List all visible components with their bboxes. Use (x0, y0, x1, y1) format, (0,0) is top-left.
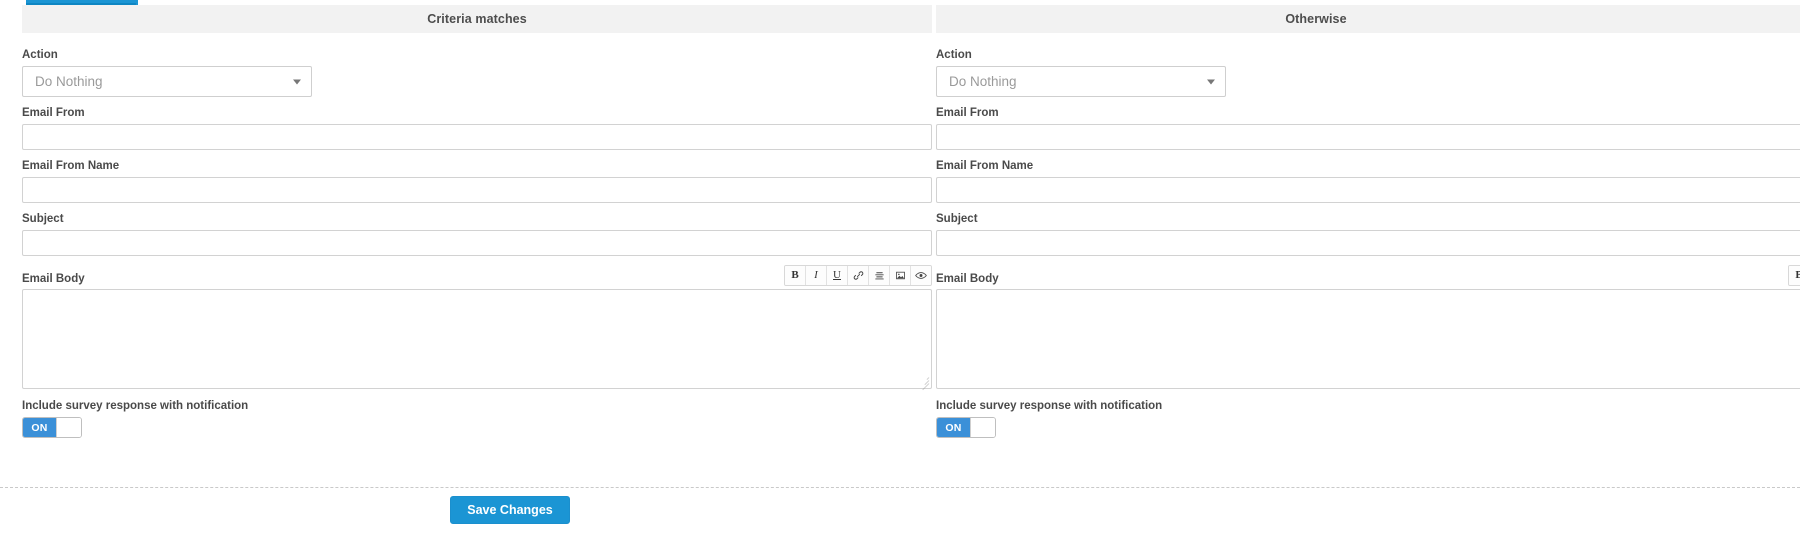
subject-label: Subject (22, 213, 64, 225)
action-label: Action (936, 49, 972, 61)
email-from-input[interactable] (936, 124, 1800, 150)
panel-headers: Criteria matches Otherwise (0, 5, 1800, 33)
email-from-label: Email From (936, 107, 999, 119)
email-body-textarea[interactable] (936, 289, 1800, 389)
insert-image-icon[interactable] (890, 266, 911, 285)
email-from-name-label: Email From Name (936, 160, 1034, 172)
italic-icon[interactable]: I (806, 266, 827, 285)
panel-criteria-matches: Action Do Nothing Email From Email From … (22, 48, 932, 438)
subject-label: Subject (936, 213, 978, 225)
email-from-name-input[interactable] (22, 177, 932, 203)
field-subject: Subject (22, 212, 932, 256)
email-body-label: Email Body (936, 273, 999, 285)
toggle-state-label: ON (937, 418, 970, 437)
email-body-header: Email Body B I U (936, 265, 1800, 286)
include-response-toggle[interactable]: ON (22, 417, 82, 438)
align-center-icon[interactable] (869, 266, 890, 285)
email-body-textarea[interactable] (22, 289, 932, 391)
preview-eye-icon[interactable] (911, 266, 931, 285)
action-select-value: Do Nothing (949, 74, 1017, 89)
subject-input[interactable] (936, 230, 1800, 256)
underline-icon[interactable]: U (827, 266, 848, 285)
field-email-from: Email From (936, 106, 1800, 150)
include-response-toggle[interactable]: ON (936, 417, 996, 438)
field-action: Action Do Nothing (936, 48, 1800, 97)
action-label: Action (22, 49, 58, 61)
action-select[interactable]: Do Nothing (22, 66, 312, 97)
save-changes-button[interactable]: Save Changes (450, 496, 570, 524)
field-subject: Subject (936, 212, 1800, 256)
subject-input[interactable] (22, 230, 932, 256)
toggle-knob (970, 418, 995, 437)
panel-otherwise: Action Do Nothing Email From Email From … (936, 48, 1800, 438)
bold-icon[interactable]: B (785, 266, 806, 285)
email-from-label: Email From (22, 107, 85, 119)
footer-divider (0, 487, 1800, 488)
field-email-from-name: Email From Name (936, 159, 1800, 203)
toggle-knob (56, 418, 81, 437)
settings-form-page: Criteria matches Otherwise Action Do Not… (0, 0, 1800, 535)
panel-header-criteria-matches: Criteria matches (22, 5, 932, 33)
panel-header-label: Criteria matches (427, 12, 527, 26)
chevron-down-icon (1207, 79, 1215, 84)
include-response-label: Include survey response with notificatio… (936, 400, 1163, 412)
bold-icon[interactable]: B (1789, 266, 1800, 285)
rich-text-toolbar: B I U (784, 265, 932, 286)
footer-actions: Save Changes (0, 496, 1020, 524)
textarea-resize-handle[interactable] (919, 376, 930, 391)
toggle-state-label: ON (23, 418, 56, 437)
chevron-down-icon (293, 79, 301, 84)
panel-header-otherwise: Otherwise (936, 5, 1800, 33)
action-select[interactable]: Do Nothing (936, 66, 1226, 97)
field-email-from: Email From (22, 106, 932, 150)
email-from-input[interactable] (22, 124, 932, 150)
include-response-label: Include survey response with notificatio… (22, 400, 249, 412)
rich-text-toolbar: B I U (1788, 265, 1800, 286)
field-email-from-name: Email From Name (22, 159, 932, 203)
action-select-value: Do Nothing (35, 74, 103, 89)
email-body-label: Email Body (22, 273, 85, 285)
field-email-body: Email Body B I U (936, 265, 1800, 389)
field-email-body: Email Body B I U (22, 265, 932, 391)
link-icon[interactable] (848, 266, 869, 285)
email-from-name-label: Email From Name (22, 160, 120, 172)
email-from-name-input[interactable] (936, 177, 1800, 203)
field-action: Action Do Nothing (22, 48, 932, 97)
panel-header-label: Otherwise (1285, 12, 1347, 26)
email-body-header: Email Body B I U (22, 265, 932, 286)
